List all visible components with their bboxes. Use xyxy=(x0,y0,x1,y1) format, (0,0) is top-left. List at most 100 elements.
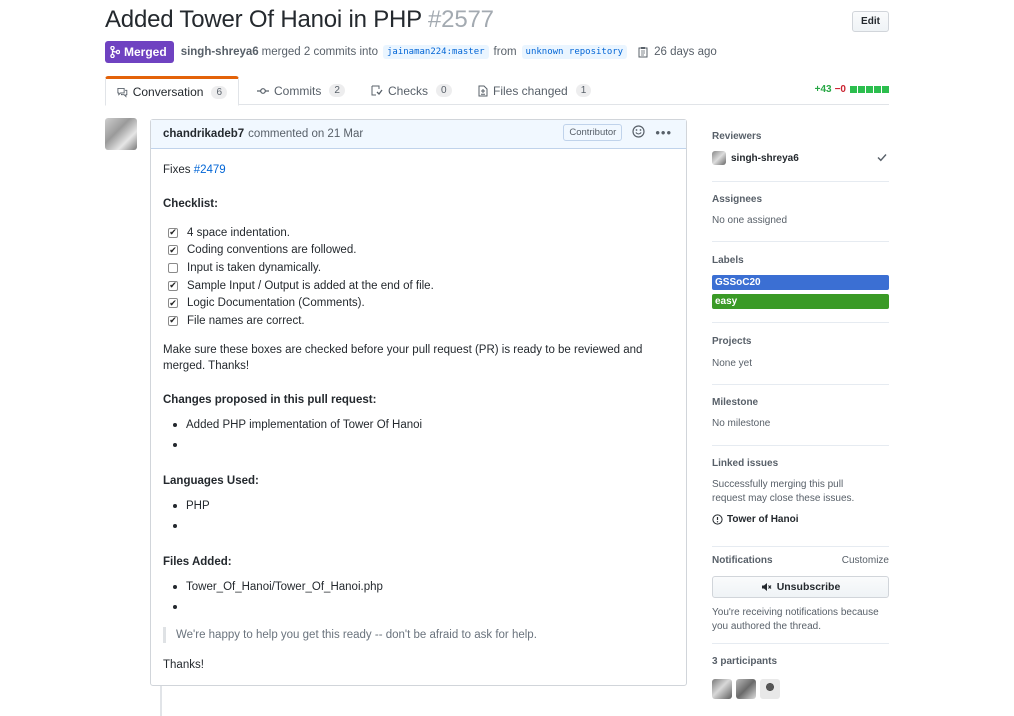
milestone-heading[interactable]: Milestone xyxy=(712,397,889,408)
label-easy[interactable]: easy xyxy=(712,294,889,309)
tab-checks[interactable]: Checks 0 xyxy=(360,76,463,105)
file-diff-icon xyxy=(478,85,488,96)
label-gssoc20[interactable]: GSSoC20 xyxy=(712,275,889,290)
kebab-horizontal-icon[interactable]: ••• xyxy=(655,125,672,140)
linked-issues-desc: Successfully merging this pull request m… xyxy=(712,479,855,504)
list-item xyxy=(163,597,383,617)
files-list: Tower_Of_Hanoi/Tower_Of_Hanoi.php xyxy=(163,577,383,617)
timeline-line xyxy=(160,686,162,716)
merged-text: merged 2 commits into xyxy=(261,46,378,58)
reviewer-avatar[interactable] xyxy=(712,151,726,165)
comment-action[interactable]: commented on 21 Mar xyxy=(248,128,363,140)
notifications-header: Notifications Customize xyxy=(712,555,889,566)
pr-title: Added Tower Of Hanoi in PHP #2577 xyxy=(105,6,494,34)
tab-checks-label: Checks xyxy=(388,83,429,98)
customize-link[interactable]: Customize xyxy=(842,555,889,566)
diffstat-blocks xyxy=(849,86,889,93)
comment-discussion-icon xyxy=(117,87,128,98)
merged-status-text: Merged xyxy=(124,45,167,59)
projects-value: None yet xyxy=(712,358,753,369)
sidebar-reviewers: Reviewers singh-shreya6 xyxy=(712,131,889,182)
fixes-issue-link[interactable]: #2479 xyxy=(194,164,226,176)
labels-heading[interactable]: Labels xyxy=(712,255,889,266)
diffstat-additions: +43 xyxy=(814,84,832,95)
tab-commits[interactable]: Commits 2 xyxy=(246,76,356,105)
projects-heading[interactable]: Projects xyxy=(712,336,889,347)
head-branch[interactable]: unknown repository xyxy=(521,45,628,59)
list-item xyxy=(163,516,210,536)
sidebar-milestone: Milestone No milestone xyxy=(712,397,889,446)
unsubscribe-label: Unsubscribe xyxy=(776,581,841,593)
checked-checkbox[interactable]: ✔ xyxy=(168,315,178,326)
participants-heading: 3 participants xyxy=(712,656,778,667)
smiley-icon[interactable] xyxy=(632,124,645,141)
reviewers-heading[interactable]: Reviewers xyxy=(712,131,889,142)
tab-commits-label: Commits xyxy=(274,83,322,98)
tab-checks-count: 0 xyxy=(436,84,452,97)
git-merge-icon xyxy=(110,46,120,58)
participant-avatar[interactable] xyxy=(712,679,732,699)
list-item: Added PHP implementation of Tower Of Han… xyxy=(163,415,422,435)
checklist-heading: Checklist: xyxy=(163,198,218,210)
list-item: Tower_Of_Hanoi/Tower_Of_Hanoi.php xyxy=(163,577,383,597)
diffstat-deletions: −0 xyxy=(834,84,846,95)
commenter-avatar[interactable] xyxy=(105,118,137,150)
linked-issue-title: Tower of Hanoi xyxy=(727,514,799,525)
checked-checkbox[interactable]: ✔ xyxy=(168,298,178,309)
labels-list: GSSoC20 easy xyxy=(712,275,889,309)
notification-reason: You're receiving notifications because y… xyxy=(712,607,879,632)
pr-meta: Merged singh-shreya6 merged 2 commits in… xyxy=(105,41,717,63)
base-branch[interactable]: jainaman224:master xyxy=(383,45,489,59)
task-list-item: ✔ Logic Documentation (Comments). xyxy=(163,294,434,312)
tab-files-label: Files changed xyxy=(493,83,568,98)
pr-tabs: Conversation 6 Commits 2 Checks 0 Files … xyxy=(105,76,889,106)
checked-checkbox[interactable]: ✔ xyxy=(168,245,178,256)
unchecked-checkbox[interactable] xyxy=(168,262,178,273)
comment-author[interactable]: chandrikadeb7 xyxy=(163,128,244,140)
merge-time: 26 days ago xyxy=(654,46,717,58)
milestone-value: No milestone xyxy=(712,418,771,429)
unsubscribe-button[interactable]: Unsubscribe xyxy=(712,576,889,598)
task-list-item: ✔ File names are correct. xyxy=(163,312,434,330)
linked-issue-item[interactable]: Tower of Hanoi xyxy=(712,514,798,525)
files-heading: Files Added: xyxy=(163,556,232,568)
tab-files-count: 1 xyxy=(575,84,592,97)
contributor-badge: Contributor xyxy=(563,124,623,141)
assignees-heading[interactable]: Assignees xyxy=(712,194,889,205)
from-text: from xyxy=(493,46,517,58)
sidebar-labels: Labels GSSoC20 easy xyxy=(712,255,889,323)
languages-heading: Languages Used: xyxy=(163,475,259,487)
clippy-icon[interactable] xyxy=(638,46,648,58)
list-item xyxy=(163,435,422,455)
checklist-icon xyxy=(371,85,383,96)
reviewer-name[interactable]: singh-shreya6 xyxy=(731,153,799,164)
merged-status-badge: Merged xyxy=(105,41,174,63)
tab-files-changed[interactable]: Files changed 1 xyxy=(467,76,602,105)
merger-link[interactable]: singh-shreya6 xyxy=(181,46,259,58)
sidebar-linked-issues: Linked issues Successfully merging this … xyxy=(712,458,889,547)
participant-avatar[interactable] xyxy=(760,679,780,699)
assignees-value: No one assigned xyxy=(712,215,788,226)
task-list-item-text: File names are correct. xyxy=(187,314,305,327)
task-list-item-text: Logic Documentation (Comments). xyxy=(187,297,365,310)
checklist: ✔ 4 space indentation. ✔ Coding conventions… xyxy=(163,224,434,330)
edit-button[interactable]: Edit xyxy=(852,11,889,32)
comment-box: chandrikadeb7 commented on 21 Mar Contri… xyxy=(150,119,687,686)
git-commit-icon xyxy=(257,87,269,94)
tab-conversation[interactable]: Conversation 6 xyxy=(105,76,239,106)
tab-conversation-label: Conversation xyxy=(132,85,204,99)
comment-body: Fixes #2479 Checklist: ✔ 4 space indentat… xyxy=(151,149,686,686)
issue-opened-icon xyxy=(712,514,723,525)
participant-avatar[interactable] xyxy=(736,679,756,699)
pr-number: #2577 xyxy=(428,6,494,33)
linked-issues-heading[interactable]: Linked issues xyxy=(712,458,889,469)
checked-checkbox[interactable]: ✔ xyxy=(168,227,178,238)
task-list-item: Input is taken dynamically. xyxy=(163,259,434,277)
comment-header: chandrikadeb7 commented on 21 Mar Contri… xyxy=(151,120,686,149)
fixes-text: Fixes xyxy=(163,164,191,176)
reviewer-row: singh-shreya6 xyxy=(712,151,889,165)
sidebar-projects: Projects None yet xyxy=(712,336,889,385)
notifications-heading: Notifications xyxy=(712,555,773,566)
checked-checkbox[interactable]: ✔ xyxy=(168,280,178,291)
task-list-item-text: 4 space indentation. xyxy=(187,226,290,239)
